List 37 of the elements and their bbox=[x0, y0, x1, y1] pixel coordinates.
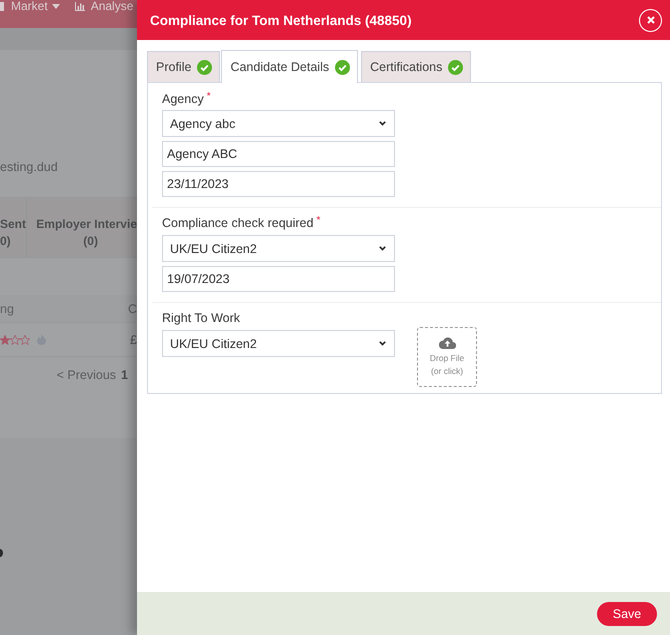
cloud-upload-icon bbox=[438, 336, 456, 349]
square-icon bbox=[0, 2, 4, 11]
chevron-down-icon bbox=[379, 341, 386, 346]
tab[interactable]: Certifications bbox=[361, 51, 472, 82]
file-drop-zone[interactable]: Drop File (or click) bbox=[417, 327, 477, 387]
chevron-down-icon bbox=[379, 121, 386, 126]
stat-count: (0) bbox=[82, 232, 98, 250]
column-header: ng bbox=[0, 302, 14, 316]
star-icon bbox=[20, 334, 30, 344]
select-field[interactable]: Agency abc bbox=[162, 110, 395, 137]
field-label: Compliance check required bbox=[162, 215, 314, 231]
close-icon bbox=[646, 16, 654, 24]
field-label: Right To Work bbox=[162, 310, 240, 326]
tab[interactable]: Profile bbox=[147, 51, 220, 82]
date-field[interactable]: 23/11/2023 bbox=[162, 171, 395, 197]
modal-title: Compliance for Tom Netherlands (48850) bbox=[150, 12, 412, 28]
close-button[interactable] bbox=[639, 8, 662, 32]
text-field[interactable]: Agency ABC bbox=[162, 141, 395, 167]
field-label: Agency bbox=[162, 91, 204, 107]
bar-chart-icon bbox=[74, 2, 85, 11]
stat-label: Employer Intervie bbox=[36, 216, 137, 232]
chevron-down-icon bbox=[379, 246, 386, 251]
required-mark: * bbox=[206, 91, 211, 103]
email-text: esting.dud bbox=[0, 159, 58, 176]
star-icon bbox=[0, 334, 10, 344]
stat-count: 0) bbox=[0, 232, 11, 250]
column-header: C bbox=[128, 302, 137, 316]
caret-icon bbox=[52, 4, 60, 9]
tab[interactable]: Candidate Details bbox=[221, 50, 358, 83]
select-field[interactable]: UK/EU Citizen2 bbox=[162, 235, 395, 262]
save-button[interactable]: Save bbox=[597, 602, 657, 626]
required-mark: * bbox=[316, 215, 320, 227]
select-field[interactable]: UK/EU Citizen2 bbox=[162, 330, 395, 357]
table-cell: £ bbox=[130, 332, 137, 346]
stat-label: Sent bbox=[0, 216, 26, 232]
star-icon bbox=[10, 334, 20, 344]
date-field[interactable]: 19/07/2023 bbox=[162, 266, 395, 292]
